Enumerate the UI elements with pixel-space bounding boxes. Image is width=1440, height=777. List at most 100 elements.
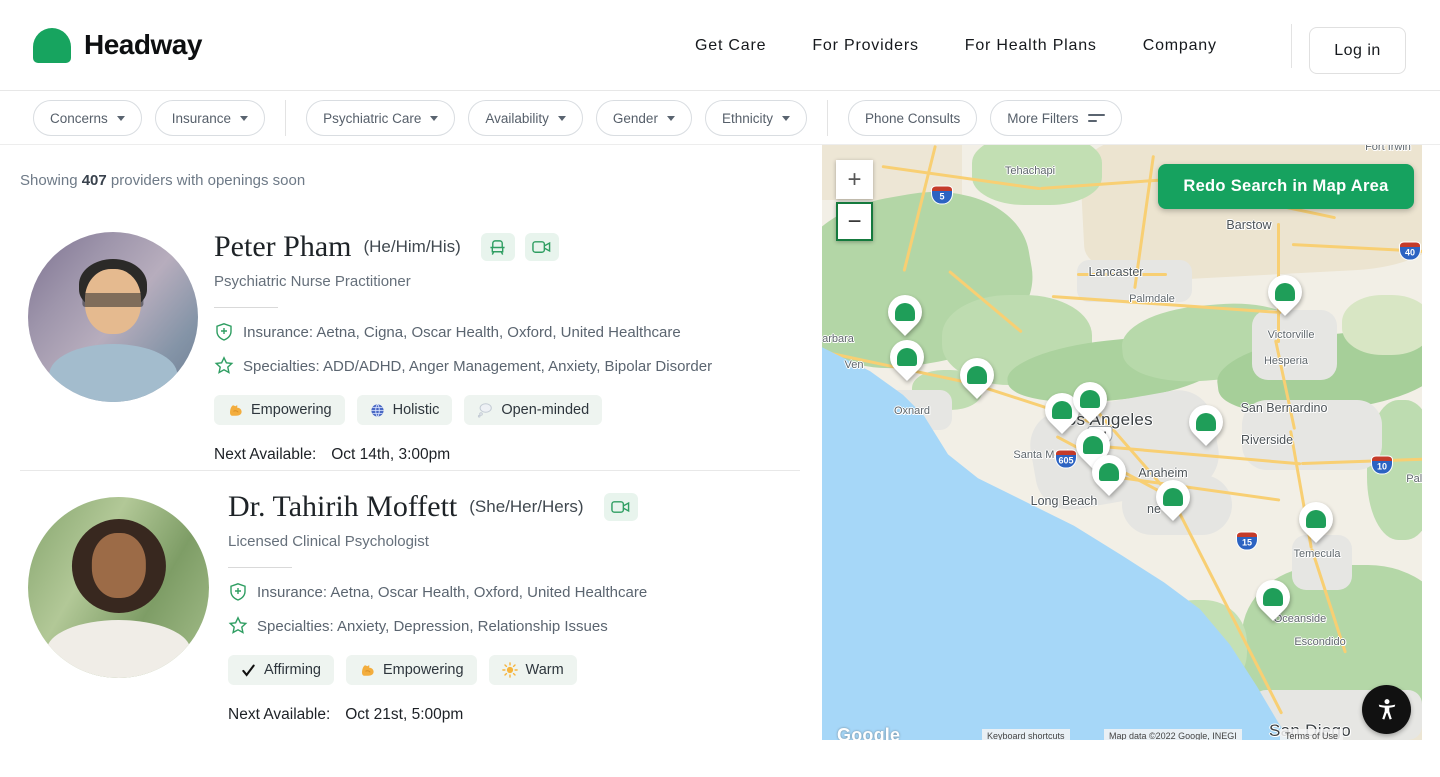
provider-details: Dr. Tahirih Moffett (She/Her/Hers) Licen… <box>228 490 828 724</box>
headway-logo[interactable]: Headway <box>33 28 202 63</box>
filter-divider <box>827 100 828 136</box>
road-shield-40: 40 <box>1399 242 1421 261</box>
next-available-value: Oct 21st, 5:00pm <box>345 706 463 723</box>
map-city-label: Victorville <box>1268 329 1315 341</box>
map-city-label: San Bernardino <box>1241 401 1328 415</box>
filter-label: Availability <box>485 111 549 126</box>
badge-label: Affirming <box>264 662 321 678</box>
filter-lines-icon <box>1088 114 1105 122</box>
shield-plus-icon <box>214 322 234 342</box>
next-available-value: Oct 14th, 3:00pm <box>331 446 450 463</box>
next-available-row: Next Available: Oct 14th, 3:00pm <box>214 446 814 464</box>
login-button[interactable]: Log in <box>1309 27 1406 74</box>
map-city-label: Riverside <box>1241 433 1293 447</box>
badge-label: Empowering <box>383 662 464 678</box>
shield-plus-icon <box>228 582 248 602</box>
in-person-session-icon <box>481 233 515 261</box>
map-city-label: Palmdale <box>1129 293 1175 305</box>
headway-logo-icon <box>33 28 71 63</box>
next-available-label: Next Available: <box>228 706 330 723</box>
chevron-down-icon <box>782 116 790 121</box>
provider-pronouns: (She/Her/Hers) <box>469 497 583 517</box>
trait-badges: Affirming Empowering <box>228 655 828 685</box>
map-city-label: Palm S <box>1406 473 1422 485</box>
badge-label: Warm <box>526 662 564 678</box>
filter-ethnicity[interactable]: Ethnicity <box>705 100 807 136</box>
filter-gender[interactable]: Gender <box>596 100 692 136</box>
filter-psychiatric-care[interactable]: Psychiatric Care <box>306 100 455 136</box>
redo-search-button[interactable]: Redo Search in Map Area <box>1158 164 1414 209</box>
trait-badge-empowering: Empowering <box>346 655 477 685</box>
road-shield-15: 15 <box>1236 532 1258 551</box>
star-icon <box>228 616 248 636</box>
nav-for-providers[interactable]: For Providers <box>812 37 918 55</box>
provider-avatar[interactable] <box>28 497 209 678</box>
nav-divider <box>1291 24 1292 68</box>
nav-get-care[interactable]: Get Care <box>695 37 766 55</box>
provider-card[interactable]: Peter Pham (He/Him/His) <box>0 230 820 470</box>
filter-label: Gender <box>613 111 658 126</box>
filter-label: Psychiatric Care <box>323 111 421 126</box>
specialties-row: Specialties: ADD/ADHD, Anger Management,… <box>214 356 814 376</box>
trait-badge-empowering: Empowering <box>214 395 345 425</box>
filter-label: Concerns <box>50 111 108 126</box>
nav-for-health-plans[interactable]: For Health Plans <box>965 37 1097 55</box>
results-suffix: providers with openings soon <box>107 172 305 189</box>
provider-avatar[interactable] <box>28 232 198 402</box>
provider-title: Licensed Clinical Psychologist <box>228 533 828 550</box>
brand-name: Headway <box>84 29 202 61</box>
filter-more-filters[interactable]: More Filters <box>990 100 1121 136</box>
next-available-row: Next Available: Oct 21st, 5:00pm <box>228 706 828 724</box>
badge-label: Holistic <box>393 402 440 418</box>
accessibility-widget-button[interactable] <box>1362 685 1411 734</box>
next-available-label: Next Available: <box>214 446 316 463</box>
keyboard-shortcuts-link[interactable]: Keyboard shortcuts <box>982 729 1070 740</box>
header: Headway Get Care For Providers For Healt… <box>0 0 1440 91</box>
provider-card[interactable]: Dr. Tahirih Moffett (She/Her/Hers) Licen… <box>0 490 820 777</box>
filter-availability[interactable]: Availability <box>468 100 583 136</box>
avatar-art <box>46 620 191 678</box>
provider-pronouns: (He/Him/His) <box>363 237 460 257</box>
google-logo[interactable]: Google <box>837 725 900 740</box>
trait-badge-warm: Warm <box>489 655 577 685</box>
map-city-label: Oxnard <box>894 405 930 417</box>
provider-name[interactable]: Dr. Tahirih Moffett <box>228 490 457 524</box>
insurance-row: Insurance: Aetna, Oscar Health, Oxford, … <box>228 582 828 602</box>
trait-badge-holistic: Holistic <box>357 395 453 425</box>
chevron-down-icon <box>430 116 438 121</box>
nav-company[interactable]: Company <box>1143 37 1217 55</box>
road-shield-605: 605 <box>1055 450 1077 469</box>
map-city-label: Escondido <box>1294 636 1345 648</box>
provider-name[interactable]: Peter Pham <box>214 230 351 264</box>
map[interactable]: Fort IrwinTehachapiBarstowLancasterPalmd… <box>822 145 1422 740</box>
filter-label: Insurance <box>172 111 231 126</box>
zoom-in-button[interactable]: + <box>836 160 873 199</box>
flexed-biceps-icon <box>359 662 375 678</box>
terms-of-use-link[interactable]: Terms of Use <box>1280 729 1343 740</box>
chevron-down-icon <box>117 116 125 121</box>
insurance-text: Insurance: Aetna, Oscar Health, Oxford, … <box>257 584 647 601</box>
map-forest <box>1342 295 1422 355</box>
results-count: Showing 407 providers with openings soon <box>20 172 305 189</box>
filter-phone-consults[interactable]: Phone Consults <box>848 100 977 136</box>
map-city-label: Oceanside <box>1274 613 1327 625</box>
card-separator <box>20 470 800 471</box>
globe-icon <box>370 403 385 418</box>
map-city-label: arbara <box>822 333 854 345</box>
filter-concerns[interactable]: Concerns <box>33 100 142 136</box>
filter-insurance[interactable]: Insurance <box>155 100 265 136</box>
video-session-icon <box>604 493 638 521</box>
map-data-attribution: Map data ©2022 Google, INEGI <box>1104 729 1242 740</box>
map-city-label: Tehachapi <box>1005 165 1055 177</box>
divider <box>228 567 292 568</box>
provider-details: Peter Pham (He/Him/His) <box>214 230 814 464</box>
road-shield-5: 5 <box>931 186 953 205</box>
zoom-out-button[interactable]: − <box>836 202 873 241</box>
filter-label: Ethnicity <box>722 111 773 126</box>
video-session-icon <box>525 233 559 261</box>
map-zoom-controls: + − <box>836 160 873 241</box>
chevron-down-icon <box>240 116 248 121</box>
insurance-row: Insurance: Aetna, Cigna, Oscar Health, O… <box>214 322 814 342</box>
divider <box>214 307 278 308</box>
main-nav: Get Care For Providers For Health Plans … <box>695 0 1217 91</box>
